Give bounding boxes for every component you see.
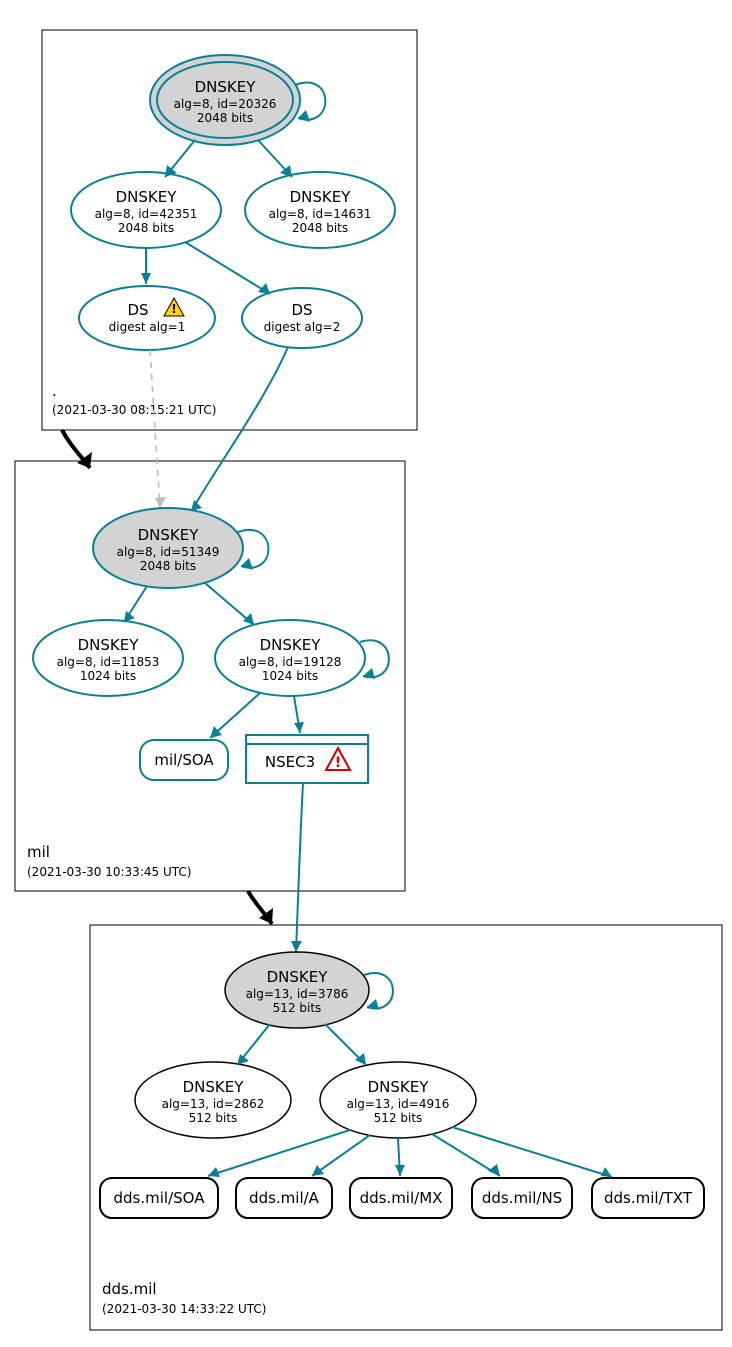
root-ksk-bits: 2048 bits (197, 111, 253, 125)
svg-text:alg=8, id=51349: alg=8, id=51349 (117, 545, 220, 559)
svg-text:1024 bits: 1024 bits (262, 669, 318, 683)
dnssec-graph: . (2021-03-30 08:15:21 UTC) mil (2021-03… (0, 0, 732, 1347)
node-root-ksk: DNSKEY alg=8, id=20326 2048 bits (150, 55, 300, 145)
svg-text:dds.mil/NS: dds.mil/NS (482, 1189, 562, 1207)
node-mil-zsk2: DNSKEY alg=8, id=19128 1024 bits (215, 620, 365, 696)
zone-ts-mil: (2021-03-30 10:33:45 UTC) (27, 865, 191, 879)
node-rr-txt: dds.mil/TXT (592, 1178, 704, 1218)
svg-text:digest alg=1: digest alg=1 (109, 320, 186, 334)
root-ksk-title: DNSKEY (195, 78, 257, 96)
svg-text:dds.mil/MX: dds.mil/MX (360, 1189, 443, 1207)
svg-text:DNSKEY: DNSKEY (138, 526, 200, 544)
node-dds-ksk: DNSKEY alg=13, id=3786 512 bits (225, 952, 369, 1028)
svg-text:alg=8, id=11853: alg=8, id=11853 (57, 655, 160, 669)
svg-text:DNSKEY: DNSKEY (290, 188, 352, 206)
zone-label-root: . (52, 382, 57, 400)
node-rr-soa: dds.mil/SOA (100, 1178, 218, 1218)
node-ds2: DS digest alg=2 (242, 288, 362, 348)
svg-text:DNSKEY: DNSKEY (260, 636, 322, 654)
node-nsec3: NSEC3 ! (246, 735, 368, 783)
svg-text:DNSKEY: DNSKEY (267, 968, 329, 986)
svg-text:512 bits: 512 bits (189, 1111, 238, 1125)
svg-text:alg=13, id=3786: alg=13, id=3786 (246, 987, 349, 1001)
svg-text:!: ! (171, 302, 176, 316)
svg-text:2048 bits: 2048 bits (118, 221, 174, 235)
svg-text:dds.mil/A: dds.mil/A (249, 1189, 320, 1207)
svg-text:alg=8, id=42351: alg=8, id=42351 (95, 207, 198, 221)
svg-text:dds.mil/TXT: dds.mil/TXT (604, 1189, 693, 1207)
svg-text:digest alg=2: digest alg=2 (264, 320, 341, 334)
svg-text:2048 bits: 2048 bits (292, 221, 348, 235)
svg-text:512 bits: 512 bits (374, 1111, 423, 1125)
node-rr-ns: dds.mil/NS (472, 1178, 572, 1218)
node-rr-a: dds.mil/A (236, 1178, 332, 1218)
node-ds1: DS digest alg=1 ! (79, 286, 215, 350)
node-mil-ksk: DNSKEY alg=8, id=51349 2048 bits (93, 508, 243, 588)
svg-text:alg=8, id=19128: alg=8, id=19128 (239, 655, 342, 669)
svg-text:DNSKEY: DNSKEY (78, 636, 140, 654)
svg-text:2048 bits: 2048 bits (140, 559, 196, 573)
svg-text:NSEC3: NSEC3 (265, 753, 315, 771)
svg-text:DS: DS (291, 301, 312, 319)
svg-text:alg=13, id=2862: alg=13, id=2862 (162, 1097, 265, 1111)
svg-text:!: ! (335, 755, 341, 771)
svg-text:dds.mil/SOA: dds.mil/SOA (114, 1189, 206, 1207)
node-root-zsk1: DNSKEY alg=8, id=42351 2048 bits (71, 172, 221, 248)
node-dds-zsk1: DNSKEY alg=13, id=2862 512 bits (135, 1062, 291, 1138)
svg-text:alg=13, id=4916: alg=13, id=4916 (347, 1097, 450, 1111)
svg-text:alg=8, id=14631: alg=8, id=14631 (269, 207, 372, 221)
root-ksk-alg: alg=8, id=20326 (174, 97, 277, 111)
node-rr-mx: dds.mil/MX (350, 1178, 452, 1218)
zone-ts-root: (2021-03-30 08:15:21 UTC) (52, 403, 216, 417)
zone-label-mil: mil (27, 843, 50, 861)
svg-text:DS: DS (127, 301, 148, 319)
node-root-zsk2: DNSKEY alg=8, id=14631 2048 bits (245, 172, 395, 248)
node-mil-zsk1: DNSKEY alg=8, id=11853 1024 bits (33, 620, 183, 696)
zone-label-dds: dds.mil (102, 1280, 157, 1298)
svg-text:1024 bits: 1024 bits (80, 669, 136, 683)
node-mil-soa: mil/SOA (140, 740, 228, 780)
svg-text:mil/SOA: mil/SOA (154, 751, 214, 769)
svg-text:512 bits: 512 bits (273, 1001, 322, 1015)
zone-ts-dds: (2021-03-30 14:33:22 UTC) (102, 1302, 266, 1316)
svg-text:DNSKEY: DNSKEY (183, 1078, 245, 1096)
svg-text:DNSKEY: DNSKEY (368, 1078, 430, 1096)
svg-text:DNSKEY: DNSKEY (116, 188, 178, 206)
